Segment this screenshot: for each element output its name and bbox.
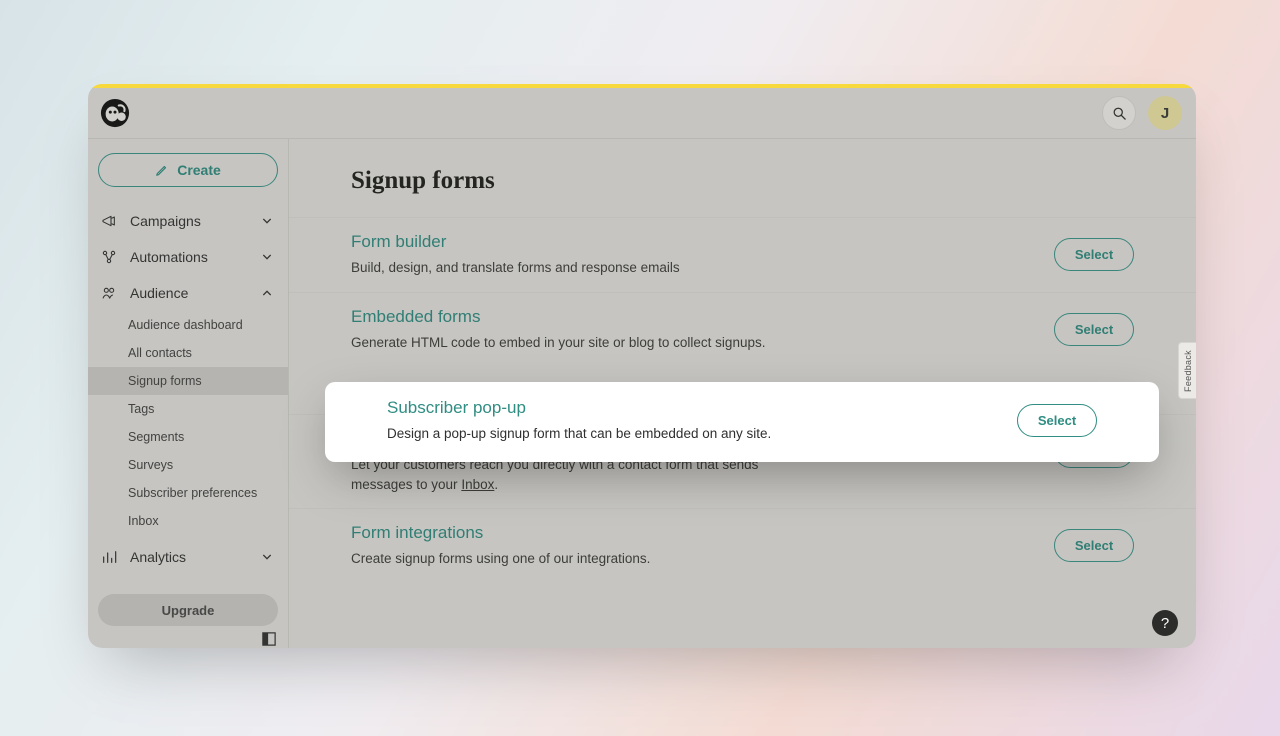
nav-audience[interactable]: Audience: [98, 275, 278, 311]
nav-campaigns[interactable]: Campaigns: [98, 203, 278, 239]
help-button[interactable]: ?: [1152, 610, 1178, 636]
create-button[interactable]: Create: [98, 153, 278, 187]
nav-analytics[interactable]: Analytics: [98, 539, 278, 575]
subnav-all-contacts[interactable]: All contacts: [98, 339, 278, 367]
avatar-initial: J: [1161, 105, 1169, 122]
form-desc-text: Let your customers reach you directly wi…: [351, 457, 758, 492]
form-title[interactable]: Form integrations: [351, 523, 650, 543]
form-row-form-integrations: Form integrations Create signup forms us…: [289, 508, 1196, 583]
subnav-signup-forms[interactable]: Signup forms: [88, 367, 288, 395]
megaphone-icon: [100, 213, 118, 229]
upgrade-button[interactable]: Upgrade: [98, 594, 278, 626]
chevron-down-icon: [262, 216, 272, 226]
chevron-down-icon: [262, 552, 272, 562]
chevron-down-icon: [262, 252, 272, 262]
form-row-subscriber-popup: Subscriber pop-up Design a pop-up signup…: [325, 382, 1159, 462]
form-title[interactable]: Embedded forms: [351, 307, 765, 327]
create-label: Create: [177, 162, 221, 178]
top-bar: J: [88, 88, 1196, 139]
nav-label: Audience: [130, 285, 250, 301]
chevron-up-icon: [262, 288, 272, 298]
form-title[interactable]: Subscriber pop-up: [387, 398, 771, 418]
subnav-segments[interactable]: Segments: [98, 423, 278, 451]
feedback-tab[interactable]: Feedback: [1178, 342, 1196, 399]
form-row-form-builder: Form builder Build, design, and translat…: [289, 217, 1196, 292]
form-desc: Create signup forms using one of our int…: [351, 549, 650, 569]
collapse-sidebar-icon[interactable]: [262, 632, 276, 646]
app-logo[interactable]: [100, 98, 130, 128]
analytics-icon: [100, 549, 118, 565]
subnav-tags[interactable]: Tags: [98, 395, 278, 423]
nav-label: Automations: [130, 249, 250, 265]
flow-icon: [100, 249, 118, 265]
subnav-inbox[interactable]: Inbox: [98, 507, 278, 535]
subnav-subscriber-prefs[interactable]: Subscriber preferences: [98, 479, 278, 507]
select-button-form-builder[interactable]: Select: [1054, 238, 1134, 271]
nav-label: Campaigns: [130, 213, 250, 229]
nav-label: Analytics: [130, 549, 250, 565]
form-desc: Generate HTML code to embed in your site…: [351, 333, 765, 353]
subnav-surveys[interactable]: Surveys: [98, 451, 278, 479]
form-desc-text: .: [494, 477, 498, 492]
audience-icon: [100, 285, 118, 301]
select-button-embedded-forms[interactable]: Select: [1054, 313, 1134, 346]
search-icon: [1112, 106, 1127, 121]
search-button[interactable]: [1102, 96, 1136, 130]
profile-avatar[interactable]: J: [1148, 96, 1182, 130]
inbox-link[interactable]: Inbox: [461, 477, 494, 492]
nav-automations[interactable]: Automations: [98, 239, 278, 275]
top-bar-actions: J: [1102, 96, 1182, 130]
select-button-subscriber-popup[interactable]: Select: [1017, 404, 1097, 437]
select-button-form-integrations[interactable]: Select: [1054, 529, 1134, 562]
upgrade-wrap: Upgrade: [98, 594, 278, 626]
form-title[interactable]: Form builder: [351, 232, 680, 252]
feedback-label: Feedback: [1183, 350, 1193, 392]
pencil-icon: [155, 163, 169, 177]
app-window: J Create Campaigns Automations Audience …: [88, 84, 1196, 648]
form-desc: Design a pop-up signup form that can be …: [387, 424, 771, 444]
sidebar: Create Campaigns Automations Audience Au…: [88, 139, 289, 648]
help-icon: ?: [1161, 615, 1169, 632]
form-desc: Build, design, and translate forms and r…: [351, 258, 680, 278]
subnav-audience-dashboard[interactable]: Audience dashboard: [98, 311, 278, 339]
form-row-embedded-forms: Embedded forms Generate HTML code to emb…: [289, 292, 1196, 367]
page-title: Signup forms: [289, 139, 1196, 217]
